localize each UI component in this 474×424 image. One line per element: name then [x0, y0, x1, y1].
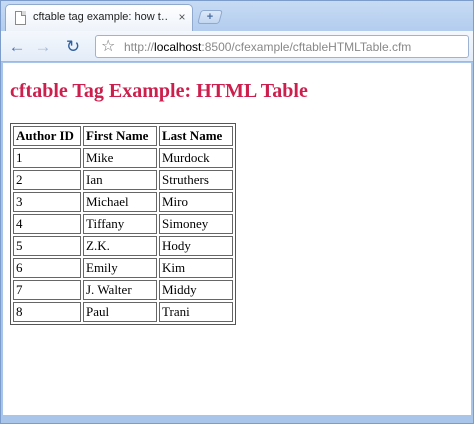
header-author-id: Author ID: [13, 126, 81, 146]
url-path: :8500/cfexample/cftableHTMLTable.cfm: [201, 40, 412, 54]
page-icon: [15, 11, 26, 25]
plus-icon: +: [206, 11, 214, 23]
table-header-row: Author ID First Name Last Name: [13, 126, 233, 146]
cell-author-id: 4: [13, 214, 81, 234]
cell-first-name: J. Walter: [83, 280, 157, 300]
cell-last-name: Trani: [159, 302, 233, 322]
cell-last-name: Struthers: [159, 170, 233, 190]
cell-author-id: 2: [13, 170, 81, 190]
cell-author-id: 8: [13, 302, 81, 322]
cell-first-name: Michael: [83, 192, 157, 212]
table-row: 5 Z.K. Hody: [13, 236, 233, 256]
cell-first-name: Paul: [83, 302, 157, 322]
tab-strip: cftable tag example: how t… × +: [1, 1, 473, 31]
cell-last-name: Kim: [159, 258, 233, 278]
browser-tab[interactable]: cftable tag example: how t… ×: [5, 4, 193, 31]
authors-table: Author ID First Name Last Name 1 Mike Murd…: [10, 123, 236, 325]
url-text: http://localhost:8500/cfexample/cftableH…: [124, 40, 411, 54]
cell-author-id: 6: [13, 258, 81, 278]
cell-first-name: Emily: [83, 258, 157, 278]
table-row: 1 Mike Murdock: [13, 148, 233, 168]
cell-first-name: Z.K.: [83, 236, 157, 256]
cell-first-name: Tiffany: [83, 214, 157, 234]
cell-author-id: 3: [13, 192, 81, 212]
back-button[interactable]: ←: [7, 37, 27, 57]
table-row: 8 Paul Trani: [13, 302, 233, 322]
cell-first-name: Ian: [83, 170, 157, 190]
new-tab-button[interactable]: +: [197, 10, 223, 24]
close-tab-icon[interactable]: ×: [176, 10, 188, 24]
url-host: localhost: [154, 40, 202, 54]
cell-last-name: Miro: [159, 192, 233, 212]
table-row: 7 J. Walter Middy: [13, 280, 233, 300]
tab-title: cftable tag example: how t…: [33, 11, 169, 23]
forward-arrow-icon: →: [34, 37, 52, 56]
table-row: 4 Tiffany Simoney: [13, 214, 233, 234]
page-title: cftable Tag Example: HTML Table: [10, 80, 308, 102]
table-row: 2 Ian Struthers: [13, 170, 233, 190]
reload-icon: ↻: [65, 37, 81, 56]
cell-author-id: 1: [13, 148, 81, 168]
cell-author-id: 5: [13, 236, 81, 256]
back-arrow-icon: ←: [8, 37, 26, 56]
cell-first-name: Mike: [83, 148, 157, 168]
cell-author-id: 7: [13, 280, 81, 300]
header-last-name: Last Name: [159, 126, 233, 146]
bookmark-star-icon[interactable]: ☆: [101, 37, 115, 57]
cell-last-name: Simoney: [159, 214, 233, 234]
cell-last-name: Middy: [159, 280, 233, 300]
page-content: cftable Tag Example: HTML Table Author I…: [3, 63, 471, 415]
table-row: 6 Emily Kim: [13, 258, 233, 278]
table-row: 3 Michael Miro: [13, 192, 233, 212]
cell-last-name: Hody: [159, 236, 233, 256]
header-first-name: First Name: [83, 126, 157, 146]
address-bar[interactable]: ☆ http://localhost:8500/cfexample/cftabl…: [95, 35, 469, 58]
toolbar: ← → ↻ ☆ http://localhost:8500/cfexample/…: [1, 31, 473, 62]
url-prefix: http://: [124, 40, 155, 54]
reload-button[interactable]: ↻: [63, 37, 83, 57]
forward-button[interactable]: →: [33, 37, 53, 57]
browser-window: cftable tag example: how t… × + ← → ↻ ☆ …: [0, 0, 474, 424]
cell-last-name: Murdock: [159, 148, 233, 168]
